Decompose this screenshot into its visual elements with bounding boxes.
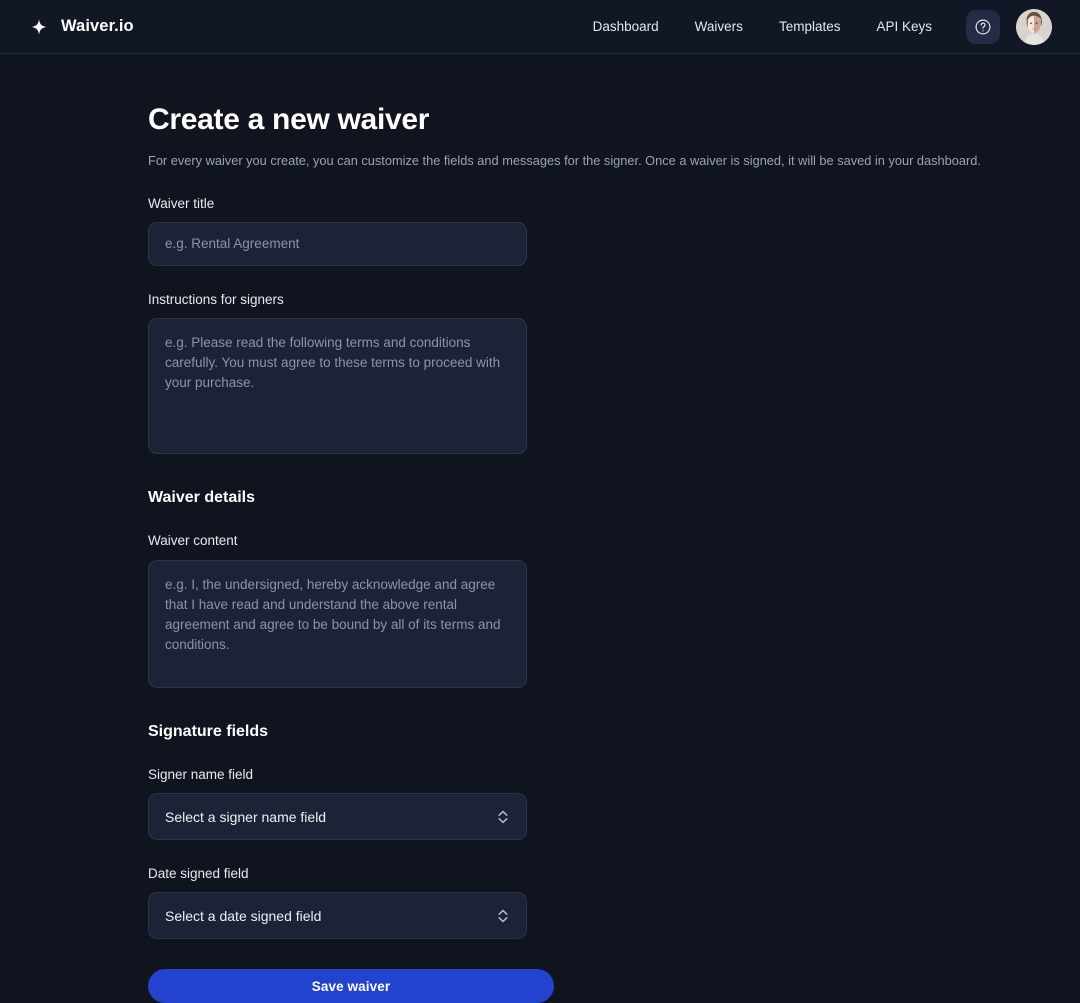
instructions-label: Instructions for signers <box>148 292 284 308</box>
page-subtitle: For every waiver you create, you can cus… <box>148 153 981 168</box>
signer-name-select[interactable]: Select a signer name field <box>148 793 527 841</box>
brand-name: Waiver.io <box>61 17 134 35</box>
page-content: Create a new waiver For every waiver you… <box>0 54 1080 1003</box>
waiver-content-textarea[interactable] <box>148 559 527 688</box>
nav-item-templates[interactable]: Templates <box>761 12 859 41</box>
date-signed-select[interactable]: Select a date signed field <box>148 892 527 940</box>
chevron-up-down-icon <box>496 807 510 827</box>
top-navigation-bar: Waiver.io Dashboard Waivers Templates AP… <box>0 0 1080 54</box>
signer-name-label: Signer name field <box>148 766 254 782</box>
question-mark-circle-icon <box>974 18 992 36</box>
help-button[interactable] <box>966 9 1000 44</box>
main-nav: Dashboard Waivers Templates API Keys <box>575 8 1052 45</box>
date-signed-select-value: Select a date signed field <box>165 907 322 924</box>
signer-name-select-value: Select a signer name field <box>165 808 327 825</box>
waiver-title-group: Waiver title <box>148 195 1080 267</box>
avatar[interactable] <box>1016 8 1052 45</box>
nav-item-waivers[interactable]: Waivers <box>677 12 761 41</box>
waiver-details-heading: Waiver details <box>148 489 256 507</box>
waiver-content-group: Waiver content <box>148 533 1080 688</box>
waiver-title-label: Waiver title <box>148 195 215 211</box>
date-signed-group: Date signed field Select a date signed f… <box>148 866 1080 940</box>
date-signed-label: Date signed field <box>148 866 249 882</box>
nav-item-dashboard[interactable]: Dashboard <box>575 12 677 41</box>
waiver-content-label: Waiver content <box>148 533 238 549</box>
instructions-textarea[interactable] <box>148 318 527 455</box>
sparkle-icon <box>30 18 48 36</box>
signer-name-group: Signer name field Select a signer name f… <box>148 766 1080 841</box>
nav-item-api-keys[interactable]: API Keys <box>858 12 950 41</box>
brand-logo[interactable]: Waiver.io <box>30 17 134 36</box>
chevron-up-down-icon <box>496 906 510 926</box>
waiver-title-input[interactable] <box>148 222 527 267</box>
page-title: Create a new waiver <box>148 103 430 136</box>
signature-fields-heading: Signature fields <box>148 722 269 740</box>
save-waiver-button[interactable]: Save waiver <box>148 969 554 1003</box>
instructions-group: Instructions for signers <box>148 292 1080 455</box>
